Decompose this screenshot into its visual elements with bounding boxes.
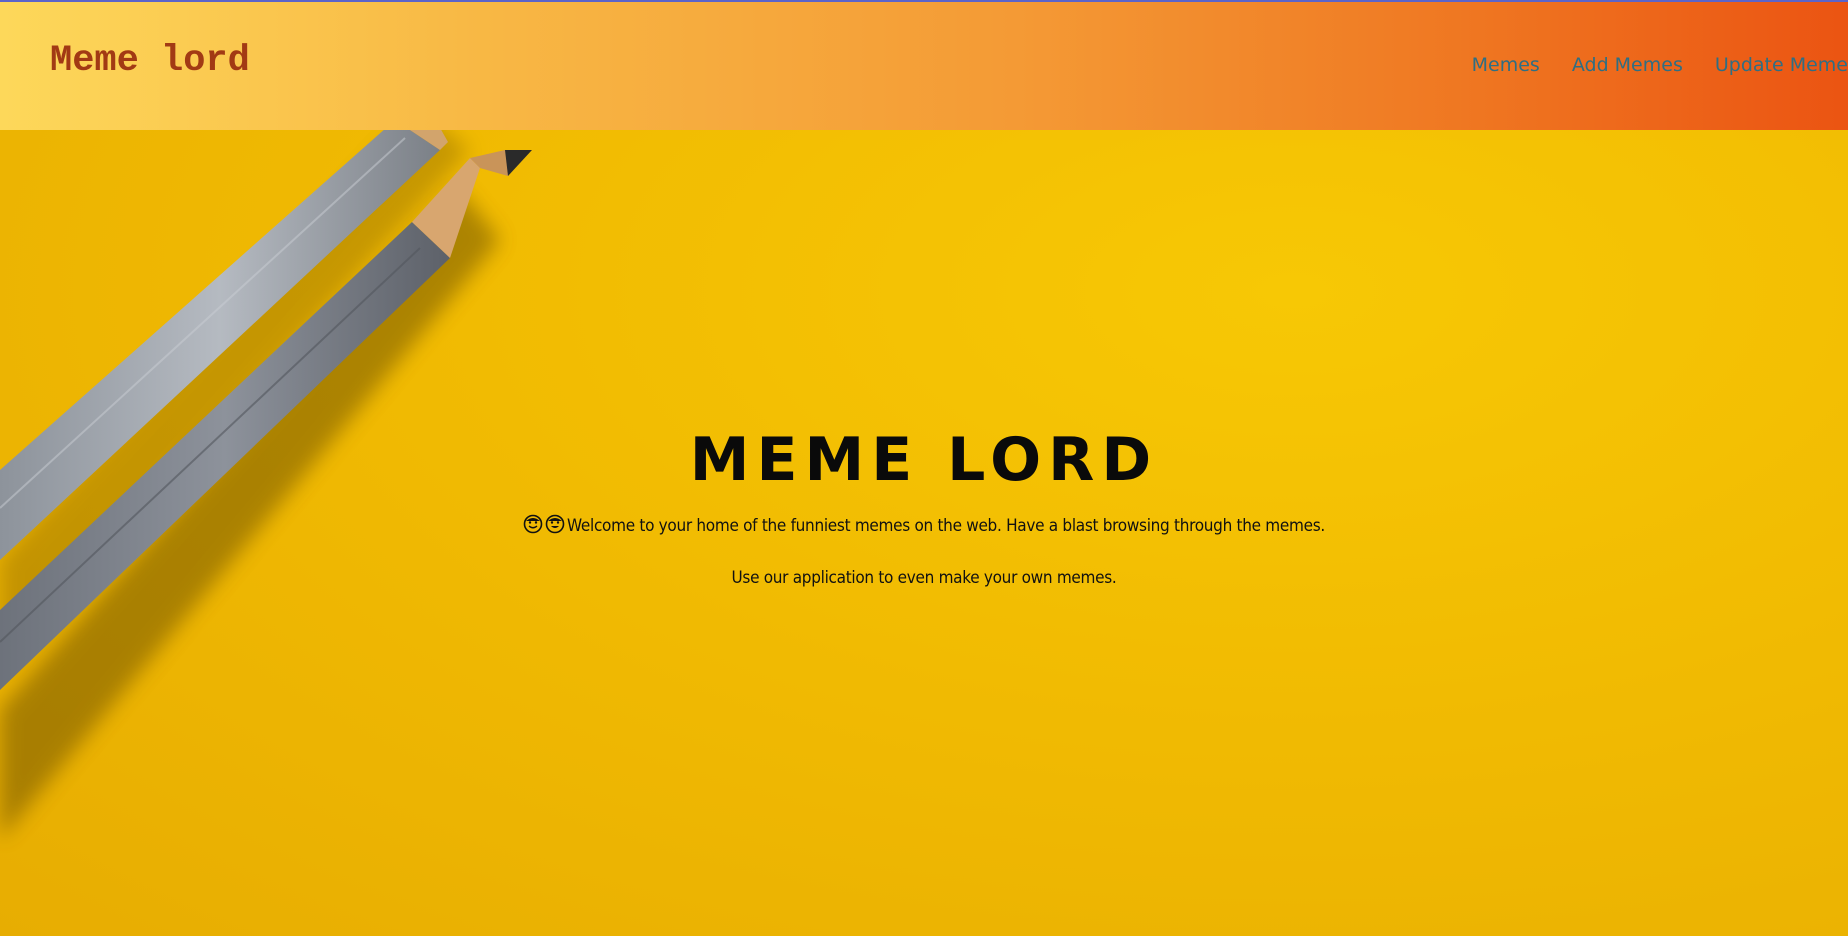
- nav-link-update-meme[interactable]: Update Meme: [1715, 54, 1848, 76]
- hero-title: MEME LORD: [689, 425, 1159, 496]
- main-nav: Memes Add Memes Update Meme: [1472, 54, 1848, 76]
- nav-link-add-memes[interactable]: Add Memes: [1572, 54, 1683, 76]
- hero-welcome-line: Welcome to your home of the funniest mem…: [567, 516, 1325, 536]
- smiling-face-icon: [523, 514, 543, 534]
- hero-section: MEME LORD Welcome to your home of the fu…: [0, 130, 1848, 936]
- page: Meme lord Memes Add Memes Update Meme ME…: [0, 0, 1848, 936]
- hero-welcome-text: Welcome to your home of the funniest mem…: [0, 514, 1848, 536]
- hero-subtext: Use our application to even make your ow…: [731, 568, 1117, 588]
- nav-link-memes[interactable]: Memes: [1472, 54, 1540, 76]
- top-navigation-bar: Meme lord Memes Add Memes Update Meme: [0, 0, 1848, 130]
- grinning-face-icon: [545, 514, 565, 534]
- site-brand[interactable]: Meme lord: [50, 40, 250, 82]
